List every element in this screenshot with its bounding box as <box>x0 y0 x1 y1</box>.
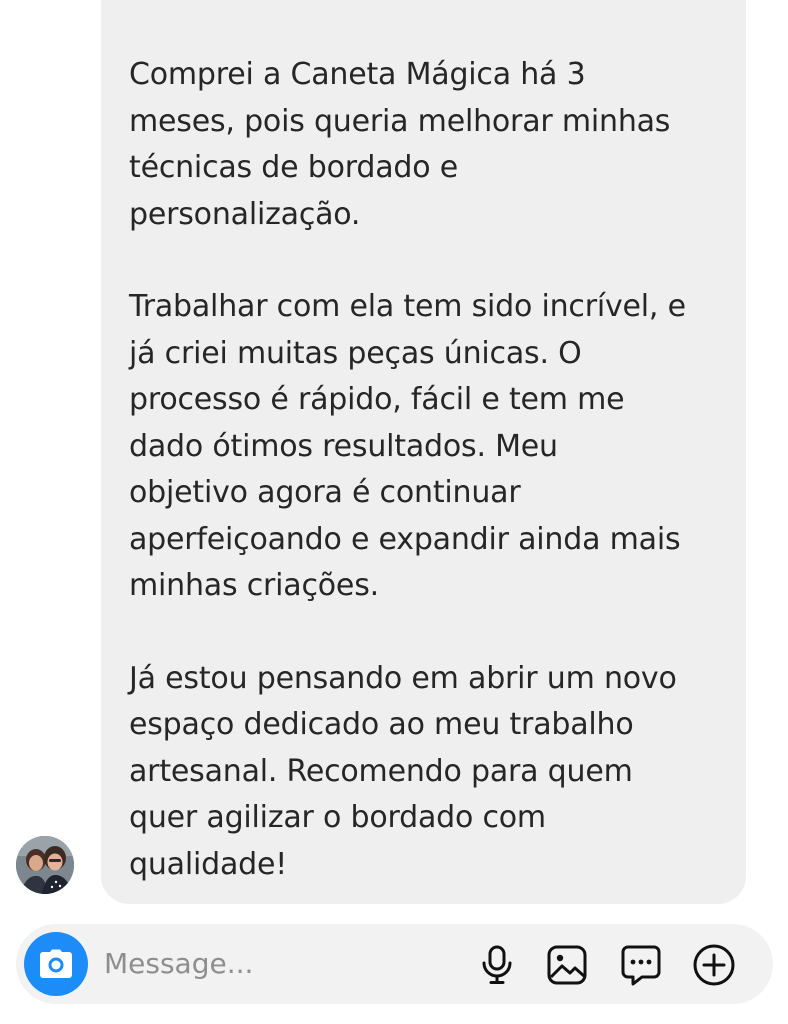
message-line: meses, pois queria melhorar minhas <box>129 103 671 139</box>
message-paragraph-2: Trabalhar com ela tem sido incrível, e j… <box>129 284 716 610</box>
profile-photo-icon <box>16 836 74 894</box>
sender-avatar[interactable] <box>16 836 74 894</box>
sticker-button[interactable] <box>618 942 664 988</box>
message-line: processo é rápido, fácil e tem me <box>129 382 625 417</box>
message-line: já criei muitas peças únicas. O <box>129 335 582 371</box>
message-composer: Message... <box>16 924 773 1004</box>
message-line: Já estou pensando em abrir um novo <box>129 660 677 696</box>
microphone-button[interactable] <box>474 942 520 988</box>
message-input[interactable]: Message... <box>104 948 253 980</box>
add-button[interactable] <box>691 942 737 988</box>
microphone-icon <box>482 945 512 984</box>
message-line: Comprei a Caneta Mágica há 3 <box>129 57 586 92</box>
message-line: personalização. <box>129 196 361 232</box>
message-line: quer agilizar o bordado com <box>129 800 546 835</box>
message-line: técnicas de bordado e <box>129 150 458 185</box>
image-icon <box>547 945 587 985</box>
chat-bubble-icon <box>621 945 661 986</box>
message-bubble[interactable]: Comprei a Caneta Mágica há 3 meses, pois… <box>101 0 746 904</box>
message-line: minhas criações. <box>129 568 379 603</box>
chat-screen: Comprei a Caneta Mágica há 3 meses, pois… <box>0 0 788 1024</box>
camera-icon <box>40 949 72 978</box>
camera-button[interactable] <box>24 932 88 996</box>
message-line: Trabalhar com ela tem sido incrível, e <box>129 289 686 324</box>
message-line: espaço dedicado ao meu trabalho <box>129 707 634 742</box>
message-line: artesanal. Recomendo para quem <box>129 753 633 789</box>
message-line: dado ótimos resultados. Meu <box>129 428 558 464</box>
gallery-button[interactable] <box>544 942 590 988</box>
message-paragraph-1: Comprei a Caneta Mágica há 3 meses, pois… <box>129 52 716 238</box>
message-paragraph-3: Já estou pensando em abrir um novo espaç… <box>129 656 716 889</box>
plus-circle-icon <box>693 944 735 986</box>
message-line: aperfeiçoando e expandir ainda mais <box>129 521 681 557</box>
message-line: qualidade! <box>129 846 288 882</box>
message-line: objetivo agora é continuar <box>129 475 521 510</box>
